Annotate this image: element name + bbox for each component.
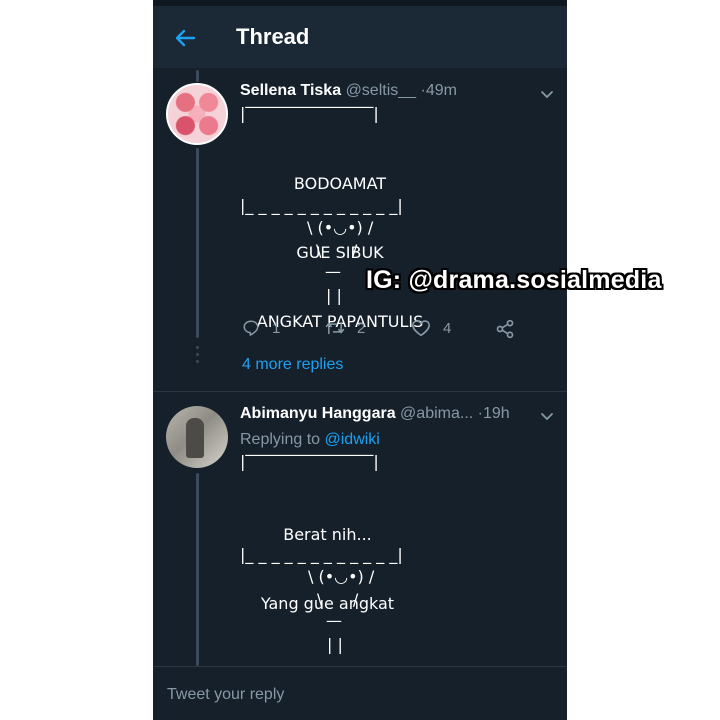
author-handle[interactable]: @seltis__ (346, 82, 417, 99)
avatar[interactable] (166, 406, 228, 468)
like-action[interactable]: 4 (411, 319, 451, 337)
chevron-down-icon[interactable] (539, 408, 555, 424)
ascii-figure-waist: — (325, 262, 341, 281)
thread-dots (195, 346, 200, 367)
replying-mention-link[interactable]: @idwiki (325, 431, 380, 448)
share-icon (496, 319, 514, 339)
ascii-figure-arms: \ (•◡•) / (308, 567, 375, 586)
author-name[interactable]: Abimanyu Hanggara (240, 405, 396, 422)
watermark-text: IG: @drama.sosialmedia (366, 266, 662, 294)
tweet-meta: Abimanyu Hanggara @abima... ·19h (240, 405, 510, 423)
like-icon (412, 320, 430, 337)
reply-bar (153, 666, 567, 720)
retweet-count: 2 (357, 319, 366, 337)
like-count: 4 (443, 319, 452, 337)
thread-line (196, 148, 199, 338)
app-header: Thread (153, 6, 567, 68)
reply-icon (243, 320, 259, 336)
tweet-line: Berat nih... (283, 525, 372, 544)
ascii-sign-top: |‾‾‾‾‾‾‾‾‾‾‾‾‾‾‾‾| (240, 452, 379, 471)
share-action[interactable] (495, 319, 515, 339)
author-name[interactable]: Sellena Tiska (240, 82, 341, 99)
tweet-line: BODOAMAT (293, 174, 387, 193)
author-handle[interactable]: @abima... (400, 405, 473, 422)
ascii-figure-waist: — (326, 611, 342, 630)
tweet-meta: Sellena Tiska @seltis__ ·49m (240, 82, 457, 100)
chevron-down-icon[interactable] (539, 86, 555, 102)
thread-line (196, 473, 199, 666)
reply-count: 1 (272, 319, 281, 337)
ascii-figure-legs: | | (327, 635, 343, 654)
page-title: Thread (236, 24, 310, 49)
thread-line-top (196, 70, 199, 82)
back-button[interactable] (167, 20, 203, 56)
back-arrow-icon (175, 29, 196, 47)
tweet-time[interactable]: 19h (483, 405, 510, 422)
ascii-sign-bottom: |_ _ _ _ _ _ _ _ _ _ _ _| (240, 545, 403, 564)
ascii-figure-arms: \ (•◡•) / (307, 218, 374, 237)
retweet-action[interactable]: 2 (325, 319, 365, 337)
reply-action[interactable]: 1 (242, 319, 280, 337)
ascii-sign-bottom: |_ _ _ _ _ _ _ _ _ _ _ _| (240, 196, 403, 215)
avatar[interactable] (166, 83, 228, 145)
retweet-icon (325, 321, 345, 335)
ascii-figure-body: \ / (317, 590, 359, 609)
ascii-sign-top: |‾‾‾‾‾‾‾‾‾‾‾‾‾‾‾‾| (240, 104, 379, 123)
replying-label: Replying to (240, 431, 321, 448)
app-screen: Thread Sellena Tiska @seltis__ ·49m |‾‾‾… (153, 0, 567, 720)
ascii-figure-body: \ / (316, 241, 358, 260)
tweet-divider (153, 391, 567, 392)
tweet-reply-input[interactable] (165, 683, 549, 707)
more-replies-link[interactable]: 4 more replies (242, 356, 343, 374)
replying-to: Replying to @idwiki (240, 431, 380, 449)
ascii-figure-legs: | | (326, 286, 342, 305)
tweet-time[interactable]: 49m (426, 82, 457, 99)
